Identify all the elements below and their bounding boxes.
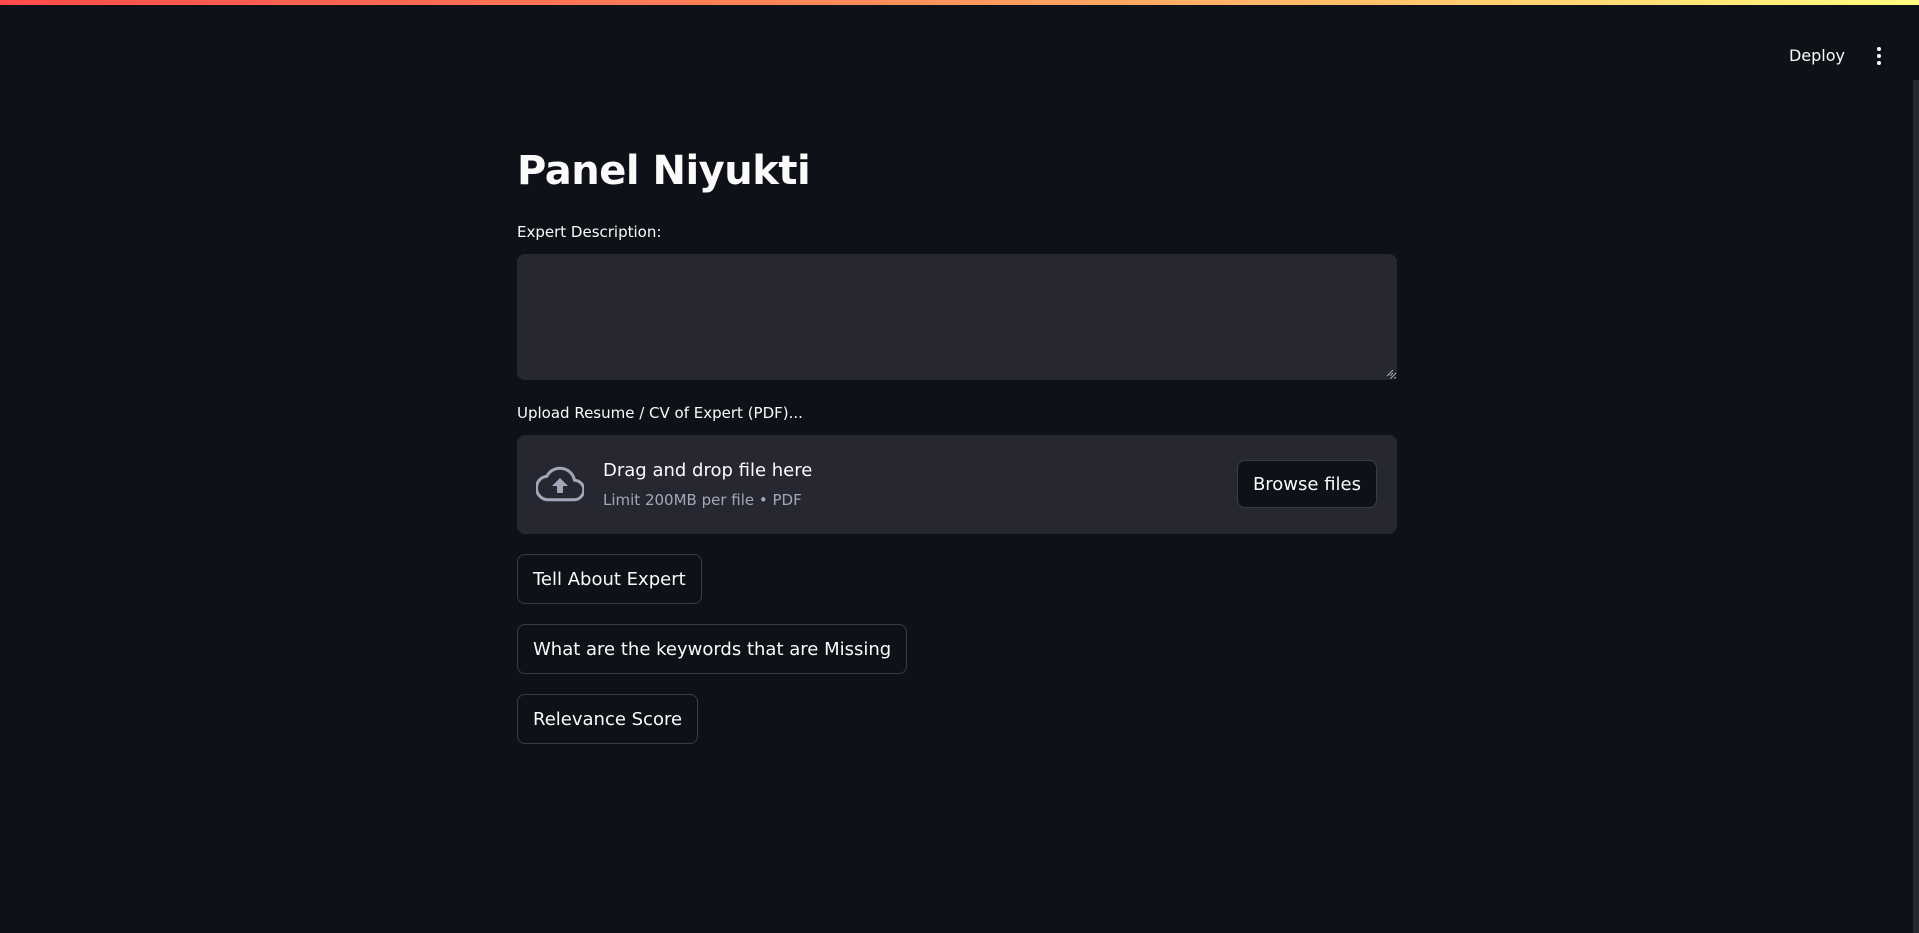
upload-label: Upload Resume / CV of Expert (PDF)... [517,404,803,422]
expert-description-input[interactable] [517,254,1397,380]
page-title: Panel Niyukti [517,148,811,194]
file-dropzone[interactable]: Drag and drop file here Limit 200MB per … [517,435,1397,534]
menu-dot [1877,54,1881,58]
dropzone-subtitle: Limit 200MB per file • PDF [603,491,802,509]
description-label: Expert Description: [517,223,662,241]
deploy-button[interactable]: Deploy [1779,38,1855,72]
menu-dot [1877,61,1881,65]
browse-files-button[interactable]: Browse files [1236,460,1377,508]
app-header: Deploy [0,5,1919,95]
vertical-ellipsis-icon[interactable] [1869,41,1889,71]
tell-about-expert-button[interactable]: Tell About Expert [517,554,702,604]
missing-keywords-button[interactable]: What are the keywords that are Missing [517,624,908,674]
dropzone-title: Drag and drop file here [603,460,813,481]
cloud-upload-icon [536,466,584,502]
menu-dot [1877,47,1881,51]
scrollbar[interactable] [1913,80,1919,933]
relevance-score-button[interactable]: Relevance Score [517,694,699,744]
description-field-wrapper [517,254,1397,380]
